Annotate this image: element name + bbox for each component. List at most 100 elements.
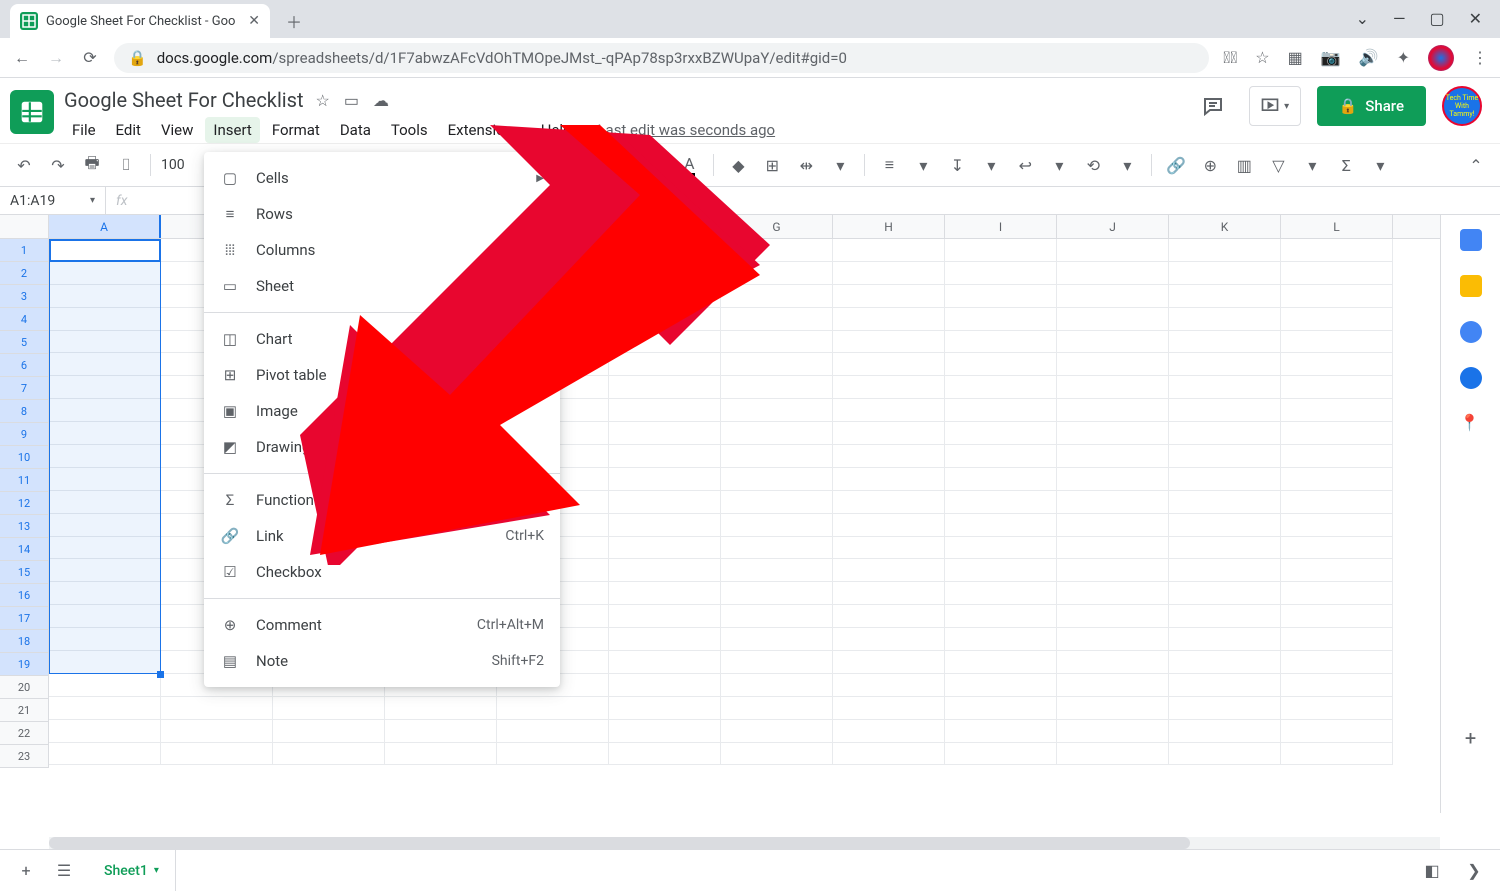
add-sheet-button[interactable]: + (12, 857, 40, 885)
cell[interactable] (1169, 697, 1281, 720)
cell[interactable] (609, 491, 721, 514)
cell[interactable] (721, 239, 833, 262)
cell[interactable] (945, 674, 1057, 697)
cell[interactable] (1281, 559, 1393, 582)
cell[interactable] (945, 537, 1057, 560)
cell[interactable] (945, 605, 1057, 628)
active-cell[interactable] (49, 239, 161, 262)
insert-pivot-table[interactable]: ⊞Pivot table (204, 357, 560, 393)
borders-icon[interactable]: ⊞ (758, 151, 786, 179)
cell[interactable] (833, 559, 945, 582)
cell[interactable] (833, 743, 945, 766)
cell[interactable] (945, 651, 1057, 674)
insert-columns[interactable]: ⦙⦙⦙Columns▶ (204, 232, 560, 268)
cell[interactable] (1281, 468, 1393, 491)
cell[interactable] (833, 285, 945, 308)
cell[interactable] (497, 743, 609, 766)
cell[interactable] (1281, 697, 1393, 720)
v-align-icon[interactable]: ↧ (943, 151, 971, 179)
cell[interactable] (609, 514, 721, 537)
row-header[interactable]: 10 (0, 446, 49, 469)
cell[interactable] (833, 720, 945, 743)
chrome-menu-icon[interactable]: ⋮ (1472, 48, 1488, 67)
cell[interactable] (1057, 262, 1169, 285)
cell[interactable] (49, 720, 161, 743)
cell[interactable] (1169, 537, 1281, 560)
cell[interactable] (1281, 285, 1393, 308)
row-header[interactable]: 13 (0, 515, 49, 538)
cell[interactable] (721, 308, 833, 331)
row-header[interactable]: 15 (0, 561, 49, 584)
row-header[interactable]: 6 (0, 354, 49, 377)
cell[interactable] (833, 239, 945, 262)
cell[interactable] (721, 399, 833, 422)
camera-icon[interactable]: 📷 (1321, 48, 1341, 67)
print-icon[interactable]: 🖶 (78, 151, 106, 179)
cell[interactable] (49, 674, 161, 697)
cell[interactable] (945, 697, 1057, 720)
cell[interactable] (1281, 537, 1393, 560)
url-input[interactable]: 🔒 docs.google.com/spreadsheets/d/1F7abwz… (114, 43, 1209, 73)
cell[interactable] (49, 743, 161, 766)
col-header[interactable]: L (1281, 215, 1393, 238)
cell[interactable] (721, 422, 833, 445)
cell[interactable] (385, 697, 497, 720)
cell[interactable] (1057, 239, 1169, 262)
cell[interactable] (945, 445, 1057, 468)
insert-image[interactable]: ▣Image (204, 393, 560, 429)
cell[interactable] (1057, 697, 1169, 720)
maps-icon[interactable]: 📍 (1460, 413, 1482, 435)
menu-view[interactable]: View (153, 117, 201, 143)
insert-rows[interactable]: ≡Rows▶ (204, 196, 560, 232)
h-align-icon[interactable]: ≡ (875, 151, 903, 179)
menu-format[interactable]: Format (264, 117, 328, 143)
insert-comment[interactable]: ⊕CommentCtrl+Alt+M (204, 607, 560, 643)
cell[interactable] (1169, 331, 1281, 354)
cell[interactable] (1281, 720, 1393, 743)
cell[interactable] (1169, 468, 1281, 491)
cell[interactable] (1169, 491, 1281, 514)
rotation-icon[interactable]: ⟲ (1079, 151, 1107, 179)
menu-help[interactable]: Help (533, 117, 580, 143)
close-window-icon[interactable]: ✕ (1469, 9, 1482, 28)
menu-data[interactable]: Data (332, 117, 379, 143)
cell[interactable] (833, 445, 945, 468)
cell[interactable] (609, 239, 721, 262)
cell[interactable] (833, 399, 945, 422)
insert-cells[interactable]: ▢Cells▶ (204, 160, 560, 196)
cell[interactable] (945, 308, 1057, 331)
cell[interactable] (1169, 628, 1281, 651)
cell[interactable] (1057, 376, 1169, 399)
text-color-icon[interactable]: A (675, 151, 703, 179)
cell[interactable] (721, 331, 833, 354)
cell[interactable] (833, 605, 945, 628)
cell[interactable] (721, 491, 833, 514)
row-header[interactable]: 23 (0, 745, 49, 768)
star-doc-icon[interactable]: ☆ (316, 91, 330, 110)
sheets-logo[interactable] (10, 90, 54, 134)
col-header[interactable]: I (945, 215, 1057, 238)
row-header[interactable]: 11 (0, 469, 49, 492)
cell[interactable] (721, 605, 833, 628)
menu-insert[interactable]: Insert (205, 117, 259, 143)
row-header[interactable]: 21 (0, 699, 49, 722)
cell[interactable] (1281, 399, 1393, 422)
cell[interactable] (721, 628, 833, 651)
cell[interactable] (609, 559, 721, 582)
cell[interactable] (1057, 399, 1169, 422)
cell[interactable] (833, 651, 945, 674)
cell[interactable] (1169, 285, 1281, 308)
cell[interactable] (609, 331, 721, 354)
cell[interactable] (1281, 239, 1393, 262)
last-edit-link[interactable]: Last edit was seconds ago (597, 121, 775, 139)
tasks-icon[interactable] (1460, 321, 1482, 343)
strikethrough-icon[interactable]: S (641, 151, 669, 179)
cell[interactable] (721, 674, 833, 697)
cell[interactable] (833, 468, 945, 491)
cell[interactable] (1281, 674, 1393, 697)
add-panel-icon[interactable]: + (1460, 727, 1482, 749)
cell[interactable] (945, 422, 1057, 445)
insert-link[interactable]: 🔗LinkCtrl+K (204, 518, 560, 554)
cell[interactable] (1281, 743, 1393, 766)
cell[interactable] (721, 445, 833, 468)
